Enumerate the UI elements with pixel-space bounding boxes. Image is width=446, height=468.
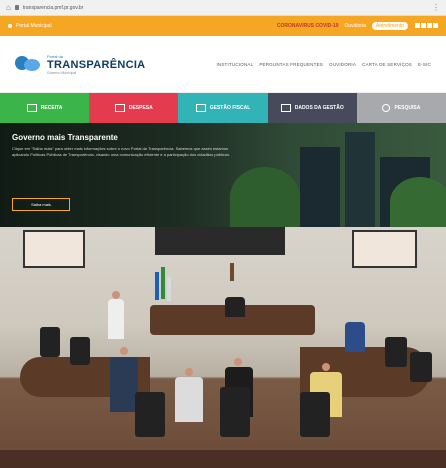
ceiling-panel	[155, 227, 285, 255]
category-despesa[interactable]: DESPESA	[89, 93, 179, 123]
nav-item-esic[interactable]: E-SIC	[418, 62, 431, 67]
flag	[161, 267, 165, 299]
social-icon[interactable]	[421, 22, 426, 28]
category-label: PESQUISA	[394, 105, 421, 111]
building-shape	[300, 147, 340, 227]
flag	[155, 272, 159, 300]
logo-mark-icon	[15, 54, 41, 74]
url-text: transparencia.pmf.pr.gov.br	[22, 4, 84, 11]
president-person	[225, 297, 245, 317]
category-label: DESPESA	[128, 105, 153, 111]
floor-front	[0, 450, 446, 468]
nav-item-faq[interactable]: PERGUNTAS FREQUENTES	[259, 62, 323, 67]
crucifix	[230, 263, 234, 281]
covid-link[interactable]: CORONAVIRUS COVID-19	[277, 23, 339, 29]
category-dados-gestao[interactable]: DADOS DA GESTÃO	[267, 93, 357, 123]
topbar-link-ouvidoria[interactable]: Ouvidoria	[345, 23, 366, 29]
nav-item-carta-servicos[interactable]: CARTA DE SERVIÇOS	[362, 62, 412, 67]
category-label: GESTÃO FISCAL	[209, 105, 251, 111]
gears-icon	[280, 104, 291, 112]
document-icon	[195, 104, 206, 112]
browser-menu-icon[interactable]: ⋮	[432, 3, 440, 12]
hero-banner: Governo mais Transparente Clique em "Sai…	[0, 123, 446, 227]
councillor-person	[345, 322, 365, 352]
hero-description: Clique em "Saiba mais" para obter mais i…	[12, 146, 231, 157]
council-photo	[0, 227, 446, 468]
hero-title: Governo mais Transparente	[12, 133, 118, 142]
wall-screen-right	[352, 230, 417, 268]
nav-item-institucional[interactable]: INSTITUCIONAL	[216, 62, 253, 67]
category-gestao-fiscal[interactable]: GESTÃO FISCAL	[178, 93, 268, 123]
money-icon	[26, 104, 37, 112]
category-receita[interactable]: RECEITA	[0, 93, 90, 123]
category-label: RECEITA	[40, 105, 63, 111]
logo-title: TRANSPARÊNCIA	[47, 58, 146, 71]
flag	[167, 277, 171, 301]
category-bar: RECEITA DESPESA GESTÃO FISCAL DADOS DA G…	[0, 93, 446, 123]
site-logo[interactable]: Portal da TRANSPARÊNCIA Governo Municipa…	[15, 54, 145, 75]
tree-shape	[230, 167, 300, 227]
wall-screen-left	[23, 230, 85, 268]
accessibility-icon[interactable]	[8, 24, 12, 28]
category-label: DADOS DA GESTÃO	[294, 105, 344, 111]
money-out-icon	[114, 104, 125, 112]
saiba-mais-button[interactable]: Saiba mais	[12, 198, 70, 211]
main-nav: INSTITUCIONAL PERGUNTAS FREQUENTES OUVID…	[216, 62, 431, 67]
lock-icon	[14, 5, 19, 10]
browser-bar: ⌂ transparencia.pmf.pr.gov.br ⋮	[0, 0, 446, 16]
home-icon[interactable]: ⌂	[6, 3, 11, 12]
address-bar[interactable]: transparencia.pmf.pr.gov.br	[14, 3, 432, 13]
social-icon[interactable]	[433, 22, 438, 28]
topbar-left-text[interactable]: Portal Municipal	[16, 23, 52, 29]
social-icon[interactable]	[415, 22, 420, 28]
top-bar: Portal Municipal CORONAVIRUS COVID-19 Ou…	[0, 16, 446, 36]
building-shape	[345, 132, 375, 227]
site-header: Portal da TRANSPARÊNCIA Governo Municipa…	[0, 36, 446, 93]
social-icon[interactable]	[427, 22, 432, 28]
logo-subtitle: Governo Municipal	[47, 70, 77, 75]
audience-person	[110, 357, 138, 412]
social-icons	[414, 22, 438, 30]
topbar-link-atendimento[interactable]: Atendimento	[371, 22, 408, 30]
speaker-person	[108, 299, 124, 339]
nav-item-ouvidoria[interactable]: OUVIDORIA	[329, 62, 356, 67]
category-pesquisa[interactable]: PESQUISA	[356, 93, 446, 123]
search-icon	[382, 104, 391, 112]
tree-shape	[390, 177, 446, 227]
audience-person	[175, 377, 203, 422]
